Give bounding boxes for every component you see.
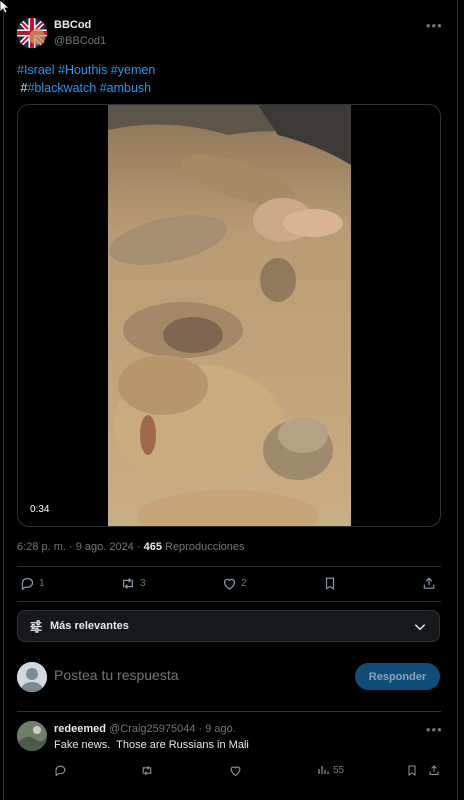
bookmark-icon (408, 765, 416, 776)
bookmark-icon (325, 577, 335, 590)
retweet-button[interactable]: 3 (120, 576, 146, 591)
hashtags-line-1[interactable]: #Israel #Houthis #yemen (17, 61, 155, 79)
share-icon (423, 577, 435, 589)
comment-share-button[interactable] (428, 764, 440, 777)
views-icon (318, 766, 329, 774)
like-button[interactable]: 2 (222, 576, 247, 591)
divider (17, 711, 441, 712)
tweet-action-bar: 1 3 2 (17, 576, 441, 596)
views-count: 465 (143, 541, 162, 553)
reply-submit-button[interactable]: Responder (355, 663, 440, 690)
sort-label: Más relevantes (50, 620, 129, 632)
comment-views-count: 55 (333, 764, 345, 776)
comment-like-button[interactable] (229, 764, 242, 777)
reply-button[interactable]: 1 (20, 576, 45, 591)
sliders-icon (30, 620, 42, 633)
retweet-icon (142, 765, 152, 776)
tweet-meta: 6:28 p. m. · 9 ago. 2024 · 465 Reproducc… (17, 541, 245, 553)
comment-retweet-button[interactable] (140, 764, 154, 777)
comment-header: redeemed @Craig25975044 · 9 ago. (54, 723, 236, 735)
video-player[interactable]: 0:34 (17, 104, 441, 527)
retweet-icon (123, 578, 133, 589)
like-count: 2 (241, 578, 247, 589)
comment-action-bar: 55 (54, 764, 441, 780)
retweet-count: 3 (140, 578, 146, 589)
author-avatar[interactable] (17, 18, 47, 48)
tweet-text: #Israel #Houthis #yemen ##blackwatch #am… (17, 61, 155, 97)
divider (17, 601, 441, 602)
video-duration: 0:34 (26, 502, 54, 517)
divider (17, 566, 441, 567)
more-options-icon[interactable]: ••• (426, 18, 443, 33)
reply-count: 1 (39, 578, 45, 589)
comment-views-button[interactable]: 55 (317, 764, 344, 776)
user-avatar (17, 662, 47, 692)
reply-input[interactable] (54, 667, 334, 683)
sort-replies-dropdown[interactable]: Más relevantes (17, 610, 440, 642)
chevron-down-icon (414, 624, 426, 631)
commenter-avatar[interactable] (17, 721, 47, 751)
share-button[interactable] (422, 576, 436, 591)
mouse-cursor-icon (0, 0, 10, 14)
bookmark-button[interactable] (323, 576, 337, 591)
comment-more-options-icon[interactable]: ••• (426, 722, 443, 737)
reply-icon (21, 577, 34, 591)
author-handle[interactable]: @BBCod1 (54, 35, 106, 47)
comment-reply-button[interactable] (54, 764, 67, 777)
author-name[interactable]: BBCod (54, 19, 91, 31)
heart-icon (223, 578, 236, 590)
views-label: Reproducciones (161, 541, 245, 553)
reply-icon (55, 765, 66, 777)
commenter-handle[interactable]: @Craig25975044 · 9 ago. (109, 723, 236, 735)
tweet-timestamp[interactable]: 6:28 p. m. · 9 ago. 2024 · (17, 541, 144, 553)
share-icon (429, 765, 439, 775)
heart-icon (230, 766, 241, 777)
comment-bookmark-button[interactable] (406, 764, 418, 777)
video-frame[interactable] (108, 105, 351, 526)
comment-text: Fake news. Those are Russians in Mali (54, 739, 249, 751)
hashtags-line-2[interactable]: #blackwatch #ambush (27, 81, 151, 95)
commenter-name[interactable]: redeemed (54, 723, 106, 735)
